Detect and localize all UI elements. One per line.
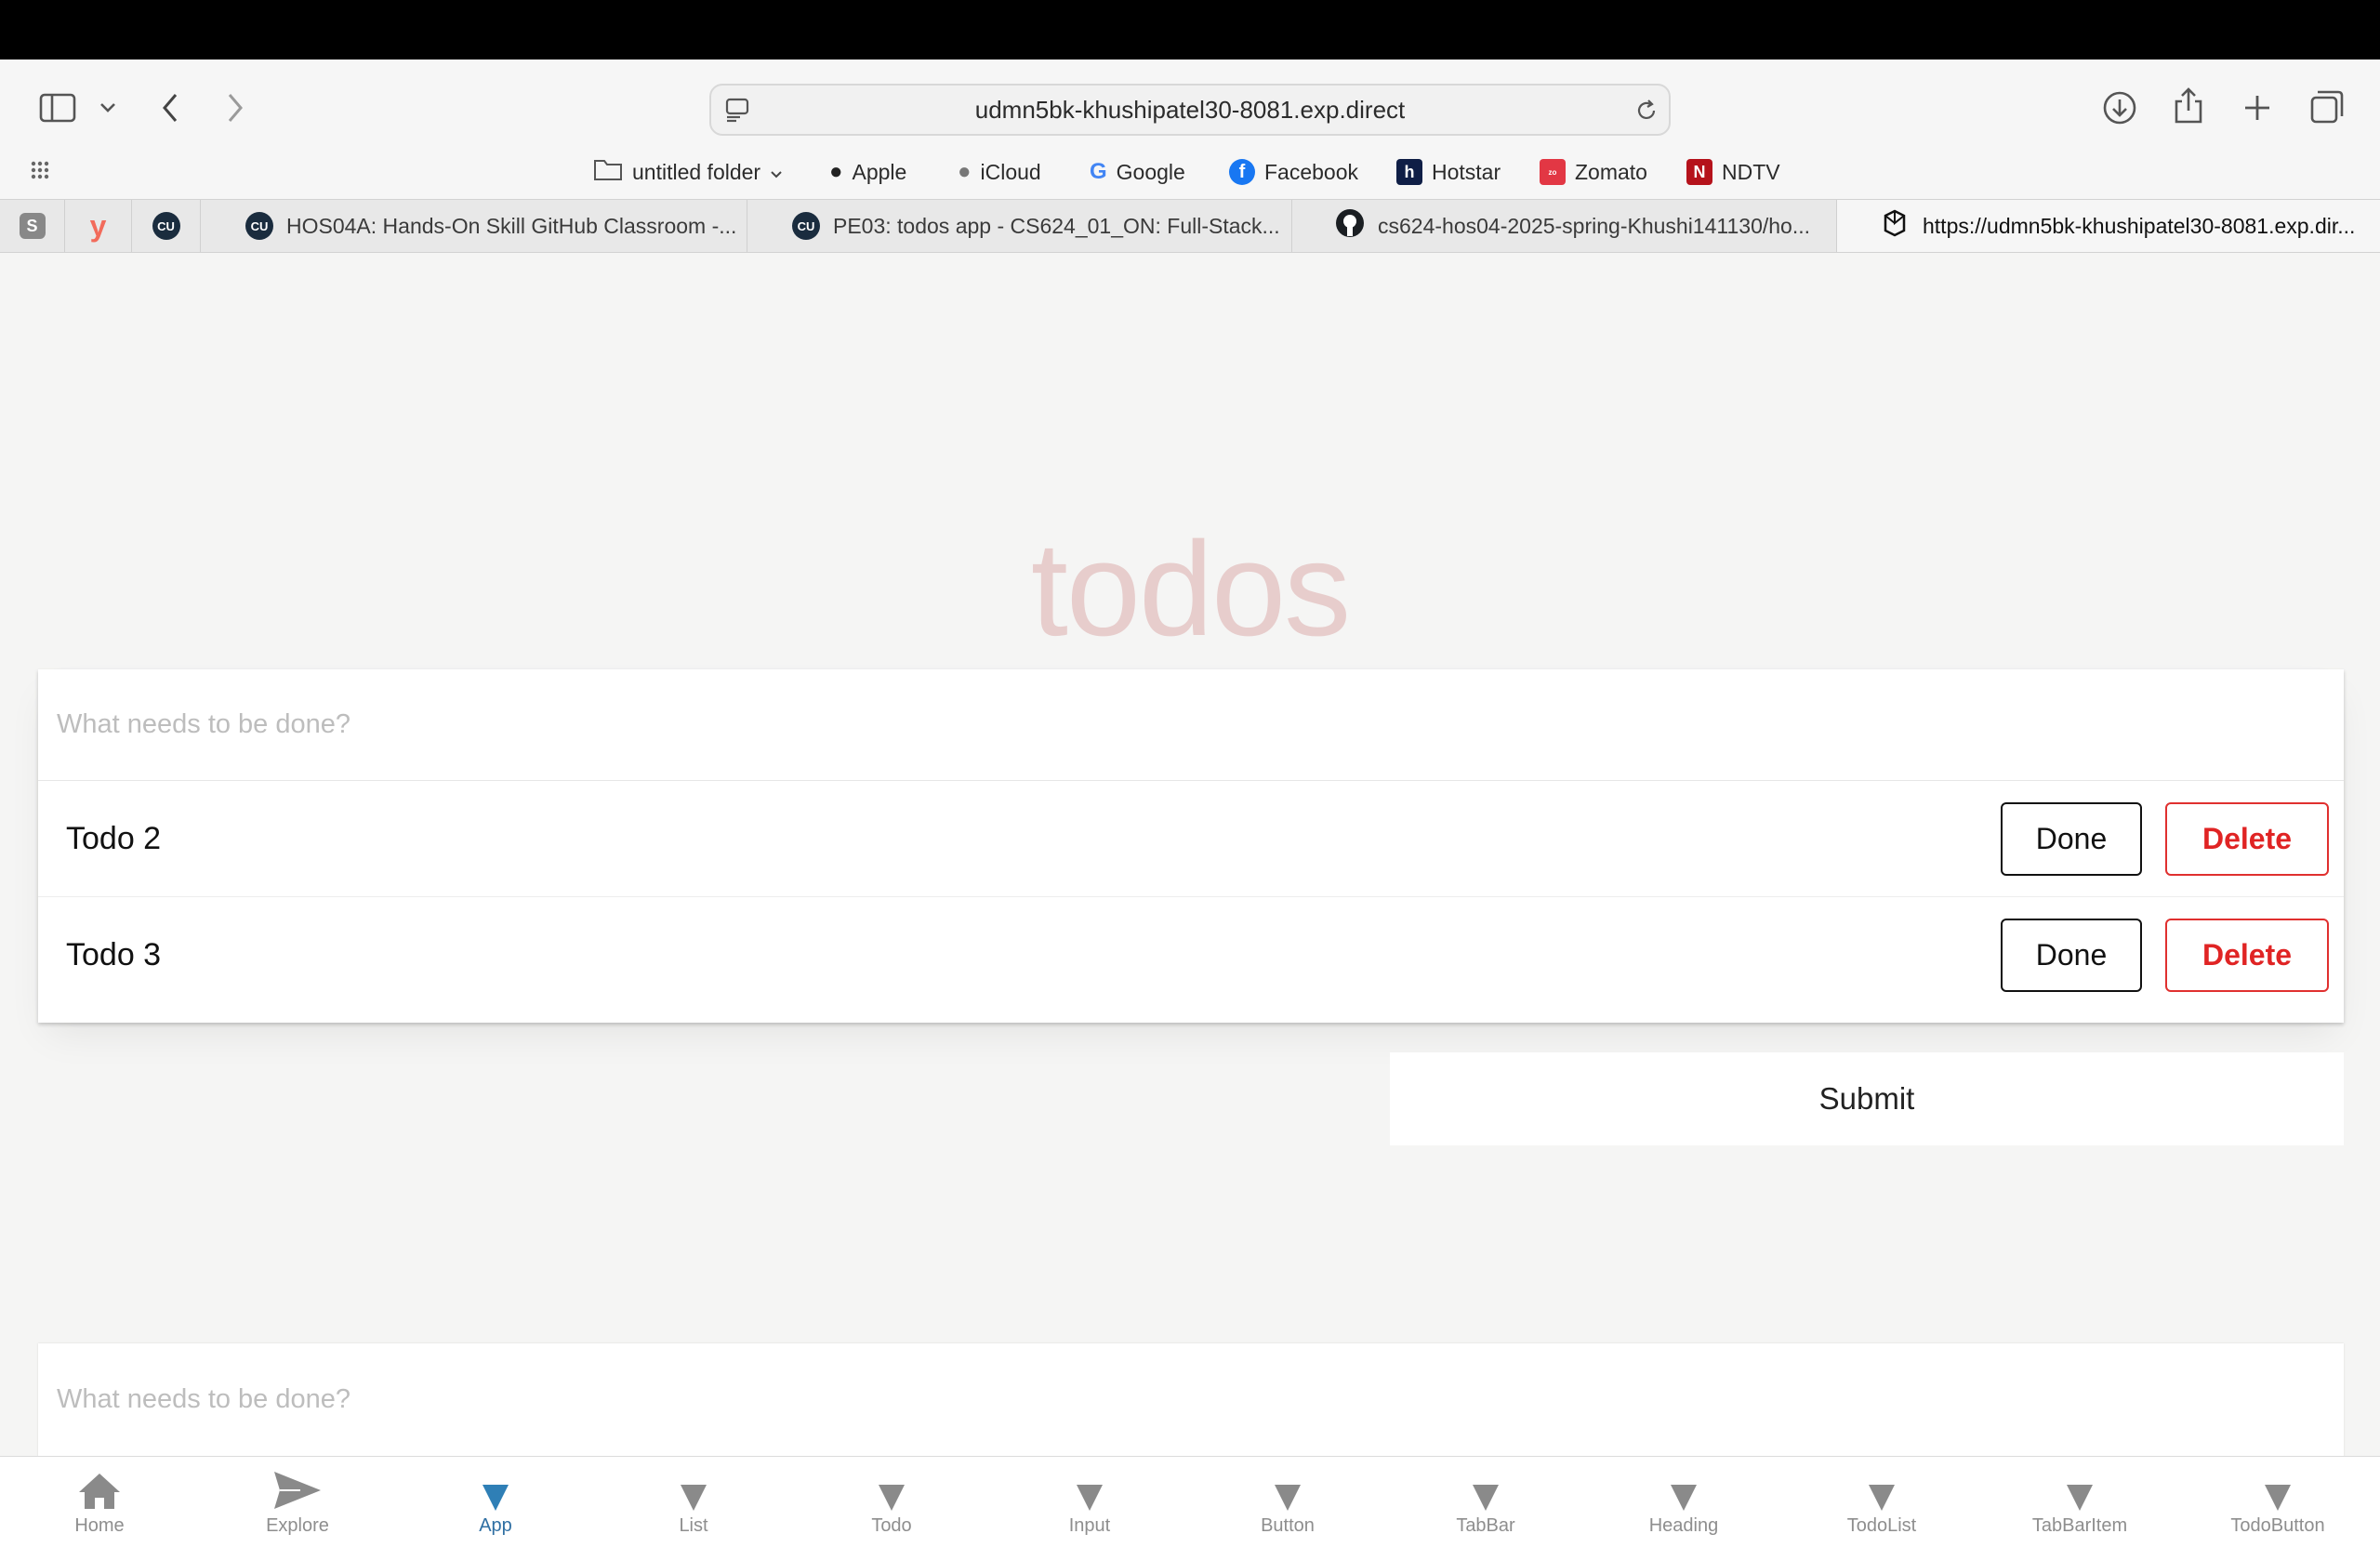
pinned-tab-cu[interactable]: CU [132,200,201,252]
tabbar-item-tabbar[interactable]: TabBar [1386,1457,1585,1547]
github-icon [1335,208,1365,244]
home-icon [77,1457,122,1514]
ndtv-icon: N [1686,159,1712,185]
back-icon[interactable] [156,87,184,128]
tab-strip: S y CU CU HOS04A: Hands-On Skill GitHub … [0,199,2380,253]
tabbar-item-explore[interactable]: Explore [198,1457,397,1547]
pinned-tab-yc[interactable]: y [65,200,132,252]
expo-icon [1880,208,1910,244]
triangle-down-icon [1473,1457,1499,1514]
address-bar[interactable]: udmn5bk-khushipatel30-8081.exp.direct [709,84,1671,136]
tab-github[interactable]: cs624-hos04-2025-spring-Khushi141130/ho.… [1292,200,1837,252]
pinned-tab-s[interactable]: S [0,200,65,252]
bookmark-zomato[interactable]: zo Zomato [1540,147,1647,197]
triangle-down-icon [1869,1457,1895,1514]
tabbar-item-app[interactable]: App [396,1457,595,1547]
sidebar-toggle-icon[interactable] [37,87,78,128]
facebook-icon: f [1229,159,1255,185]
second-todo-input[interactable] [38,1343,2344,1456]
yc-icon: y [89,208,107,243]
tabbar-item-input[interactable]: Input [990,1457,1189,1547]
page-content: todos Todo 2 Done Delete Todo 3 Done Del… [0,253,2380,1456]
tab-pe03[interactable]: CU PE03: todos app - CS624_01_ON: Full-S… [747,200,1292,252]
delete-button[interactable]: Delete [2165,919,2329,992]
triangle-down-icon [1275,1457,1301,1514]
done-button[interactable]: Done [2001,919,2142,992]
bookmark-untitled-folder[interactable]: untitled folder [593,147,783,197]
folder-icon [593,157,623,187]
app-title: todos [1030,514,1351,664]
bookmark-icloud[interactable]: ● iCloud [958,147,1041,197]
bottom-tab-bar: Home Explore App List Todo Input Button … [0,1456,2380,1547]
tabbar-item-todo[interactable]: Todo [792,1457,991,1547]
todo-text: Todo 2 [66,821,162,856]
tabbar-item-heading[interactable]: Heading [1584,1457,1783,1547]
zomato-icon: zo [1540,159,1566,185]
cu-icon: CU [792,212,820,240]
browser-toolbar: udmn5bk-khushipatel30-8081.exp.direct un… [0,60,2380,199]
hotstar-icon: h [1396,159,1422,185]
tab-overview-icon[interactable] [2306,86,2348,128]
menu-bar [0,0,2380,60]
tab-expo-active[interactable]: https://udmn5bk-khushipatel30-8081.exp.d… [1837,200,2380,252]
new-todo-input[interactable] [38,669,2344,781]
share-icon[interactable] [2168,84,2209,128]
triangle-down-icon [879,1457,905,1514]
triangle-down-icon [1671,1457,1697,1514]
tabbar-item-todolist[interactable]: TodoList [1782,1457,1981,1547]
download-icon[interactable] [2099,87,2140,128]
submit-button[interactable]: Submit [1390,1052,2344,1145]
triangle-down-icon [2067,1457,2093,1514]
delete-button[interactable]: Delete [2165,802,2329,876]
tabbar-item-button[interactable]: Button [1188,1457,1387,1547]
bookmark-ndtv[interactable]: N NDTV [1686,147,1780,197]
todo-text: Todo 3 [66,937,162,972]
todo-item: Todo 3 Done Delete [38,897,2344,1013]
forward-icon[interactable] [221,87,249,128]
done-button[interactable]: Done [2001,802,2142,876]
triangle-down-icon [2265,1457,2291,1514]
apple-icon: ● [829,159,843,184]
triangle-down-icon [681,1457,707,1514]
apps-grid-icon[interactable] [30,147,54,197]
send-icon [272,1457,323,1514]
tab-hos04a[interactable]: CU HOS04A: Hands-On Skill GitHub Classro… [201,200,747,252]
bookmarks-bar: untitled folder ● Apple ● iCloud G Googl… [0,147,2380,197]
bookmark-facebook[interactable]: f Facebook [1229,147,1358,197]
todo-item: Todo 2 Done Delete [38,781,2344,897]
new-tab-icon[interactable] [2237,87,2278,128]
tabbar-item-list[interactable]: List [594,1457,793,1547]
triangle-down-icon [1077,1457,1103,1514]
tabbar-item-todobutton[interactable]: TodoButton [2178,1457,2377,1547]
apple-icon: ● [958,159,972,184]
bookmark-google[interactable]: G Google [1090,147,1185,197]
cu-icon: CU [245,212,273,240]
google-icon: G [1090,159,1107,184]
bookmark-apple[interactable]: ● Apple [829,147,906,197]
bookmark-hotstar[interactable]: h Hotstar [1396,147,1501,197]
chevron-down-icon[interactable] [97,95,119,121]
reload-icon[interactable] [1633,98,1659,128]
url-text: udmn5bk-khushipatel30-8081.exp.direct [974,96,1406,124]
tabbar-item-home[interactable]: Home [0,1457,199,1547]
tabbar-item-tabbaritem[interactable]: TabBarItem [1980,1457,2179,1547]
todo-card: Todo 2 Done Delete Todo 3 Done Delete [38,669,2344,1023]
chevron-down-icon [770,160,783,185]
triangle-down-icon [483,1457,509,1514]
